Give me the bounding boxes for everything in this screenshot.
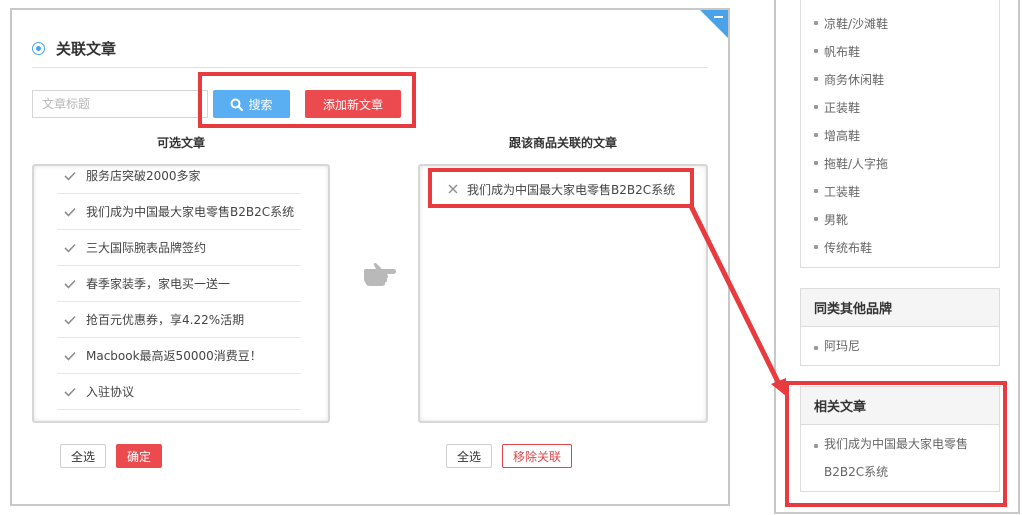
sidebar-item[interactable]: 男靴 [814, 209, 848, 229]
list-item-label: 春季家装季，家电买一送一 [86, 277, 231, 291]
sidebar-item-label: 男靴 [824, 212, 849, 227]
bullet [814, 245, 818, 249]
sidebar-item[interactable]: 正装鞋 [814, 97, 860, 117]
brand-link-label: 阿玛尼 [824, 339, 861, 353]
check-icon [64, 207, 82, 217]
bullet [814, 105, 818, 109]
check-icon [64, 279, 82, 289]
list-item-label: 入驻协议 [86, 385, 135, 399]
check-icon [64, 243, 82, 253]
panel-header: 关联文章 [32, 36, 116, 60]
list-item[interactable]: 我们成为中国最大家电零售B2B2C系统 [57, 194, 301, 230]
select-all-linked-button[interactable]: 全选 [446, 444, 492, 468]
highlight-box-related-articles [785, 381, 1007, 507]
sidebar-item[interactable]: 帆布鞋 [814, 41, 860, 61]
sidebar-item-label: 正装鞋 [824, 100, 861, 115]
sidebar-item-label: 工装鞋 [824, 184, 861, 199]
bullet [814, 346, 818, 350]
list-item-label: 抢百元优惠券，享4.22%活期 [86, 313, 245, 327]
sidebar-item[interactable]: 工装鞋 [814, 181, 860, 201]
article-title-search-input[interactable] [32, 90, 208, 118]
sidebar-item[interactable]: 拖鞋/人字拖 [814, 153, 888, 173]
list-item-label: Macbook最高返50000消费豆！ [86, 349, 262, 363]
check-icon [64, 387, 82, 397]
list-item-label: 我们成为中国最大家电零售B2B2C系统 [86, 205, 295, 219]
available-articles-title: 可选文章 [156, 136, 205, 150]
linked-articles-title: 跟该商品关联的文章 [508, 136, 617, 150]
bullet [814, 49, 818, 53]
list-item[interactable]: 入驻协议 [57, 374, 301, 410]
list-item-label: 三大国际腕表品牌签约 [86, 241, 207, 255]
brand-link[interactable]: 阿玛尼 [814, 339, 860, 360]
list-item[interactable]: 抢百元优惠券，享4.22%活期 [57, 302, 301, 338]
sidebar-item-label: 凉鞋/沙滩鞋 [824, 16, 889, 31]
remove-link-button[interactable]: 移除关联 [502, 444, 572, 468]
sidebar-item-label: 商务休闲鞋 [824, 72, 885, 87]
bullet [814, 133, 818, 137]
list-item[interactable]: 服务店突破2000多家 [57, 166, 301, 194]
list-item[interactable]: Macbook最高返50000消费豆！ [57, 338, 301, 374]
sidebar-item-label: 帆布鞋 [824, 44, 861, 59]
check-icon [64, 351, 82, 361]
sidebar-item[interactable]: 凉鞋/沙滩鞋 [814, 13, 888, 33]
related-articles-panel: 关联文章 搜索 添加新文章 可选文章 跟该商品关联的文章 服务店突破2000多家… [10, 8, 730, 506]
highlight-box-toolbar [198, 72, 416, 128]
list-item[interactable]: 三大国际腕表品牌签约 [57, 230, 301, 266]
hand-pointer-icon [361, 262, 397, 288]
select-all-available-button[interactable]: 全选 [60, 444, 106, 468]
list-item-label: 服务店突破2000多家 [86, 169, 201, 183]
collapse-icon[interactable] [700, 10, 728, 38]
available-articles-list[interactable]: 服务店突破2000多家 我们成为中国最大家电零售B2B2C系统 三大国际腕表品牌… [32, 164, 330, 423]
sidebar-item-label: 增高鞋 [824, 128, 861, 143]
category-list: 凉鞋/沙滩鞋 帆布鞋 商务休闲鞋 正装鞋 增高鞋 拖鞋/人字拖 工装鞋 男靴 传… [800, 0, 1000, 268]
other-brands-box: 同类其他品牌 阿玛尼 [800, 288, 1000, 366]
radio-icon [32, 41, 45, 55]
bullet [814, 217, 818, 221]
check-icon [64, 171, 82, 181]
confirm-button[interactable]: 确定 [116, 444, 162, 468]
bullet [814, 189, 818, 193]
bullet [814, 21, 818, 25]
sidebar-item-label: 传统布鞋 [824, 240, 873, 255]
bullet [814, 77, 818, 81]
divider [32, 67, 708, 68]
panel-title: 关联文章 [56, 39, 117, 58]
bullet [814, 161, 818, 165]
other-brands-title: 同类其他品牌 [801, 289, 999, 327]
highlight-box-linked-item [428, 168, 694, 208]
list-item[interactable]: 春季家装季，家电买一送一 [57, 266, 301, 302]
check-icon [64, 315, 82, 325]
sidebar-item[interactable]: 传统布鞋 [814, 237, 872, 257]
sidebar-item[interactable]: 增高鞋 [814, 125, 860, 145]
sidebar-item[interactable]: 商务休闲鞋 [814, 69, 884, 89]
sidebar-item-label: 拖鞋/人字拖 [824, 156, 889, 171]
